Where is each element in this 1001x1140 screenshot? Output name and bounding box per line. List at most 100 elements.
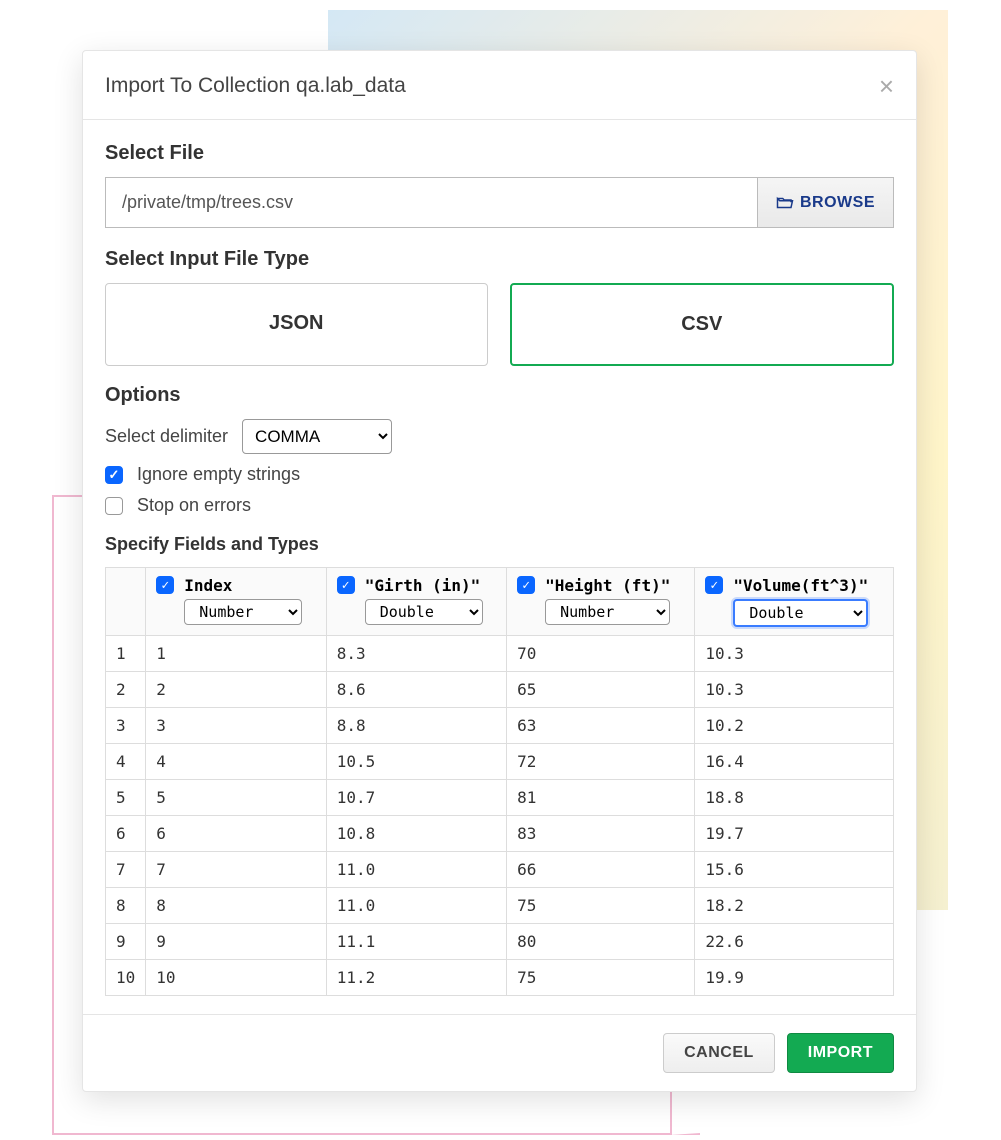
data-cell: 6 <box>146 816 326 852</box>
column-name: Index <box>184 576 302 595</box>
column-type-select[interactable]: Number <box>184 599 302 625</box>
stop-errors-row: Stop on errors <box>105 495 894 516</box>
data-cell: 81 <box>507 780 695 816</box>
data-cell: 63 <box>507 708 695 744</box>
data-cell: 11.2 <box>326 960 506 996</box>
data-cell: 75 <box>507 888 695 924</box>
row-index-cell: 4 <box>106 744 146 780</box>
column-name: "Girth (in)" <box>365 576 483 595</box>
data-cell: 19.7 <box>695 816 894 852</box>
column-header: Index Number <box>146 568 326 636</box>
table-row: 101011.27519.9 <box>106 960 894 996</box>
data-cell: 18.8 <box>695 780 894 816</box>
row-index-cell: 7 <box>106 852 146 888</box>
table-row: 9911.18022.6 <box>106 924 894 960</box>
column-type-select[interactable]: Double <box>733 599 868 627</box>
data-cell: 65 <box>507 672 695 708</box>
import-button[interactable]: IMPORT <box>787 1033 894 1073</box>
data-cell: 70 <box>507 636 695 672</box>
row-index-cell: 3 <box>106 708 146 744</box>
column-include-checkbox[interactable] <box>705 576 723 594</box>
data-cell: 8.8 <box>326 708 506 744</box>
data-cell: 10.3 <box>695 672 894 708</box>
column-header: "Volume(ft^3)"Double <box>695 568 894 636</box>
data-cell: 8.6 <box>326 672 506 708</box>
data-cell: 15.6 <box>695 852 894 888</box>
browse-button[interactable]: BROWSE <box>757 177 894 228</box>
table-row: 6610.88319.7 <box>106 816 894 852</box>
table-row: 118.37010.3 <box>106 636 894 672</box>
filetype-json-button[interactable]: JSON <box>105 283 488 366</box>
modal-footer: CANCEL IMPORT <box>83 1014 916 1091</box>
ignore-empty-label: Ignore empty strings <box>137 464 300 485</box>
row-index-cell: 10 <box>106 960 146 996</box>
row-index-cell: 8 <box>106 888 146 924</box>
modal-body: Select File BROWSE Select Input File Typ… <box>83 120 916 1014</box>
file-row: BROWSE <box>105 177 894 228</box>
delimiter-select[interactable]: COMMA <box>242 419 392 454</box>
data-cell: 4 <box>146 744 326 780</box>
data-cell: 2 <box>146 672 326 708</box>
stop-errors-label: Stop on errors <box>137 495 251 516</box>
data-cell: 10.8 <box>326 816 506 852</box>
data-cell: 10 <box>146 960 326 996</box>
data-cell: 11.1 <box>326 924 506 960</box>
file-path-input[interactable] <box>105 177 757 228</box>
data-cell: 72 <box>507 744 695 780</box>
ignore-empty-row: Ignore empty strings <box>105 464 894 485</box>
data-cell: 7 <box>146 852 326 888</box>
table-row: 228.66510.3 <box>106 672 894 708</box>
close-icon[interactable]: × <box>879 73 894 99</box>
row-index-cell: 6 <box>106 816 146 852</box>
fields-section-label: Specify Fields and Types <box>105 534 894 555</box>
column-header: "Girth (in)" Double <box>326 568 506 636</box>
filetype-row: JSON CSV <box>105 283 894 366</box>
data-cell: 1 <box>146 636 326 672</box>
table-header-row: Index Number "Girth (in)" Double "Height (ft… <box>106 568 894 636</box>
data-cell: 3 <box>146 708 326 744</box>
ignore-empty-checkbox[interactable] <box>105 466 123 484</box>
table-row: 338.86310.2 <box>106 708 894 744</box>
stop-errors-checkbox[interactable] <box>105 497 123 515</box>
column-include-checkbox[interactable] <box>337 576 355 594</box>
select-file-label: Select File <box>105 142 894 165</box>
row-index-cell: 1 <box>106 636 146 672</box>
column-include-checkbox[interactable] <box>156 576 174 594</box>
data-cell: 80 <box>507 924 695 960</box>
column-type-select[interactable]: Double <box>365 599 483 625</box>
table-row: 8811.07518.2 <box>106 888 894 924</box>
column-include-checkbox[interactable] <box>517 576 535 594</box>
column-header: "Height (ft)"Number <box>507 568 695 636</box>
data-cell: 9 <box>146 924 326 960</box>
data-cell: 8 <box>146 888 326 924</box>
row-index-header <box>106 568 146 636</box>
preview-table: Index Number "Girth (in)" Double "Height (ft… <box>105 567 894 996</box>
data-cell: 11.0 <box>326 888 506 924</box>
table-body: 118.37010.3228.66510.3338.86310.24410.57… <box>106 636 894 996</box>
column-type-select[interactable]: Number <box>545 599 670 625</box>
data-cell: 16.4 <box>695 744 894 780</box>
data-cell: 10.2 <box>695 708 894 744</box>
folder-open-icon <box>776 196 794 210</box>
data-cell: 10.3 <box>695 636 894 672</box>
table-row: 5510.78118.8 <box>106 780 894 816</box>
data-cell: 75 <box>507 960 695 996</box>
table-row: 4410.57216.4 <box>106 744 894 780</box>
row-index-cell: 9 <box>106 924 146 960</box>
data-cell: 8.3 <box>326 636 506 672</box>
import-modal: Import To Collection qa.lab_data × Selec… <box>82 50 917 1092</box>
delimiter-row: Select delimiter COMMA <box>105 419 894 454</box>
cancel-button[interactable]: CANCEL <box>663 1033 775 1073</box>
data-cell: 83 <box>507 816 695 852</box>
row-index-cell: 2 <box>106 672 146 708</box>
row-index-cell: 5 <box>106 780 146 816</box>
filetype-csv-button[interactable]: CSV <box>510 283 895 366</box>
data-cell: 22.6 <box>695 924 894 960</box>
browse-label: BROWSE <box>800 194 875 212</box>
data-cell: 18.2 <box>695 888 894 924</box>
select-filetype-label: Select Input File Type <box>105 248 894 271</box>
modal-header: Import To Collection qa.lab_data × <box>83 51 916 120</box>
table-row: 7711.06615.6 <box>106 852 894 888</box>
options-label: Options <box>105 384 894 407</box>
data-cell: 10.5 <box>326 744 506 780</box>
